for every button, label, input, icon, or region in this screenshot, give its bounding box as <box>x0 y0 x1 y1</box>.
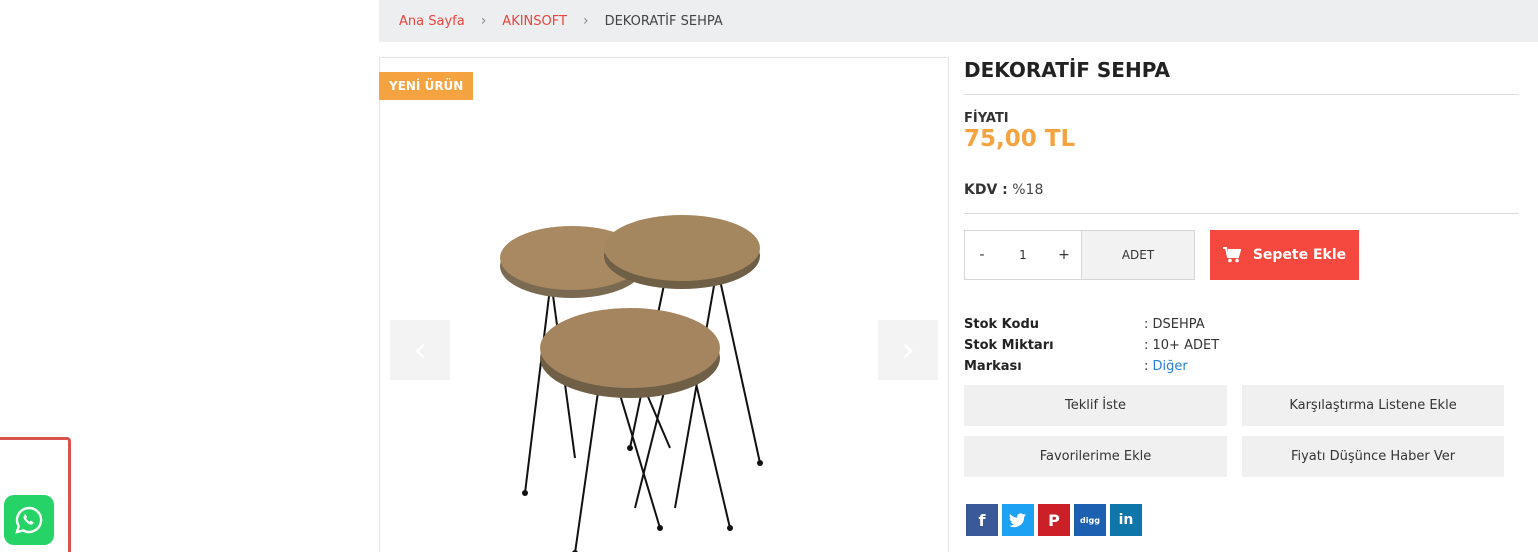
twitter-icon <box>1009 512 1026 527</box>
quantity-stepper: - 1 + ADET <box>964 230 1195 280</box>
whatsapp-icon <box>15 506 43 534</box>
product-gallery: YENİ ÜRÜN ‹ › <box>379 57 949 552</box>
pinterest-share-button[interactable]: P <box>1038 504 1070 536</box>
brand-link[interactable]: Diğer <box>1153 359 1188 374</box>
spec-row: Stok Kodu : DSEHPA <box>964 314 1519 335</box>
quantity-increase-button[interactable]: + <box>1047 231 1081 279</box>
gallery-prev-button[interactable]: ‹ <box>390 320 450 380</box>
whatsapp-button[interactable] <box>4 495 54 545</box>
breadcrumb-home-link[interactable]: Ana Sayfa <box>399 14 465 29</box>
quantity-input[interactable]: 1 <box>999 231 1047 279</box>
linkedin-share-button[interactable]: in <box>1110 504 1142 536</box>
spec-value: : DSEHPA <box>1144 317 1205 332</box>
breadcrumb-current: DEKORATİF SEHPA <box>604 13 723 29</box>
chevron-left-icon: ‹ <box>413 330 427 370</box>
digg-icon: digg <box>1080 515 1100 525</box>
price-value: 75,00 TL <box>964 126 1076 152</box>
add-to-cart-label: Sepete Ekle <box>1252 247 1347 263</box>
spec-key: Markası <box>964 359 1022 374</box>
quantity-unit: ADET <box>1081 231 1194 279</box>
cart-icon <box>1222 247 1241 263</box>
price-label: FİYATI <box>964 111 1009 126</box>
gallery-next-button[interactable]: › <box>878 320 938 380</box>
quantity-decrease-button[interactable]: - <box>965 231 999 279</box>
request-quote-button[interactable]: Teklif İste <box>964 385 1227 426</box>
breadcrumb: Ana Sayfa › AKINSOFT › DEKORATİF SEHPA <box>379 0 1538 42</box>
product-specs: Stok Kodu : DSEHPA Stok Miktarı : 10+ AD… <box>964 314 1519 377</box>
add-to-favorites-button[interactable]: Favorilerime Ekle <box>964 436 1227 477</box>
tax-info: KDV : %18 <box>964 182 1519 214</box>
pinterest-icon: P <box>1048 510 1060 530</box>
social-share: f P digg in <box>964 504 1519 536</box>
product-title: DEKORATİF SEHPA <box>964 57 1519 95</box>
product-image[interactable] <box>490 208 790 552</box>
add-to-compare-button[interactable]: Karşılaştırma Listene Ekle <box>1242 385 1504 426</box>
twitter-share-button[interactable] <box>1002 504 1034 536</box>
digg-share-button[interactable]: digg <box>1074 504 1106 536</box>
breadcrumb-separator-icon: › <box>480 13 487 29</box>
tax-label: KDV : <box>964 182 1008 198</box>
add-to-cart-row: - 1 + ADET Sepete Ekle <box>964 230 1519 280</box>
facebook-share-button[interactable]: f <box>966 504 998 536</box>
add-to-cart-button[interactable]: Sepete Ekle <box>1210 230 1359 280</box>
breadcrumb-category-link[interactable]: AKINSOFT <box>502 14 567 29</box>
product-info: DEKORATİF SEHPA FİYATI 75,00 TL KDV : %1… <box>964 57 1519 536</box>
linkedin-icon: in <box>1118 512 1134 528</box>
price-drop-alert-button[interactable]: Fiyatı Düşünce Haber Ver <box>1242 436 1504 477</box>
spec-value: : 10+ ADET <box>1144 338 1220 353</box>
spec-key: Stok Miktarı <box>964 338 1054 353</box>
spec-row: Stok Miktarı : 10+ ADET <box>964 335 1519 356</box>
product-actions: Teklif İste Karşılaştırma Listene Ekle F… <box>964 385 1519 477</box>
new-product-badge: YENİ ÜRÜN <box>379 72 474 100</box>
tax-value: %18 <box>1012 182 1044 198</box>
chevron-right-icon: › <box>901 330 915 370</box>
spec-row: Markası : Diğer <box>964 356 1519 377</box>
spec-key: Stok Kodu <box>964 317 1040 332</box>
facebook-icon: f <box>978 510 986 530</box>
spec-separator: : <box>1144 359 1153 374</box>
breadcrumb-separator-icon: › <box>582 13 589 29</box>
